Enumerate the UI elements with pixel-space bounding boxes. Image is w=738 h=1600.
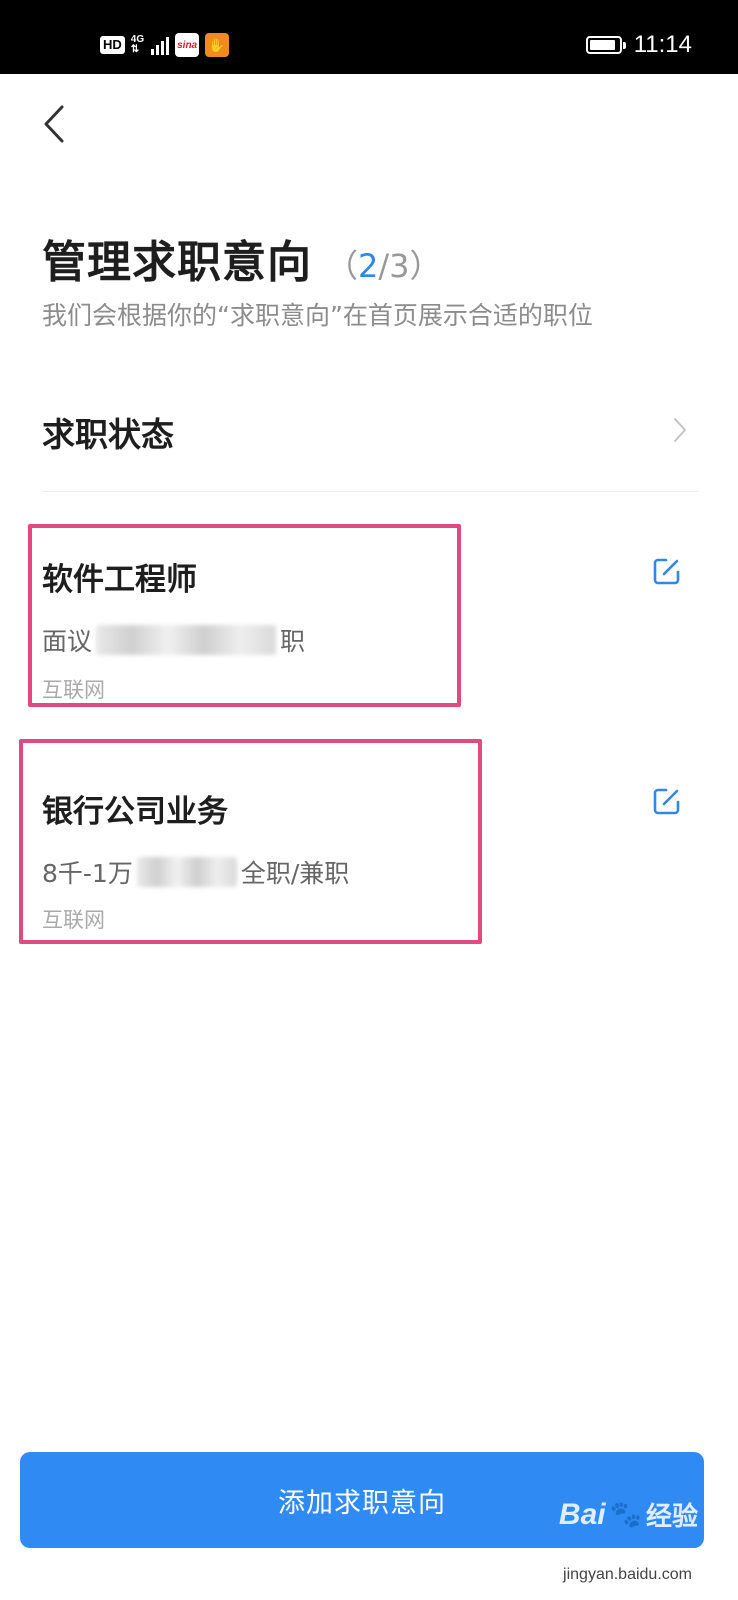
job-status-row[interactable]: 求职状态: [42, 396, 698, 492]
intent-salary: 面议: [42, 627, 93, 656]
status-right-icons: 11:14: [585, 30, 692, 60]
intent-card-software-engineer[interactable]: 软件工程师 面议 职 互联网: [42, 536, 698, 706]
hand-app-icon: ✋: [205, 33, 230, 57]
intent-meta: 8千-1万 全职/兼职: [42, 854, 349, 890]
clock: 11:14: [633, 31, 692, 58]
page-subtitle: 我们会根据你的“求职意向”在首页展示合适的职位: [42, 301, 593, 330]
status-left-icons: HD 4G ⇅ sina ✋: [100, 32, 230, 58]
edit-icon[interactable]: [652, 786, 682, 816]
count-rest: /3）: [378, 247, 442, 285]
paw-icon: 🐾: [609, 1499, 642, 1530]
battery-icon: [585, 36, 626, 54]
blurred-text: [96, 625, 277, 655]
count-open: （: [326, 247, 359, 285]
watermark-brand: Bai: [558, 1497, 606, 1531]
intent-meta-tail: 职: [280, 627, 306, 656]
status-bar: HD 4G ⇅ sina ✋ 11:14: [0, 0, 738, 74]
intent-card-bank-business[interactable]: 银行公司业务 8千-1万 全职/兼职 互联网: [42, 766, 698, 936]
intent-meta: 面议 职: [42, 622, 305, 658]
job-status-label: 求职状态: [42, 415, 174, 454]
intent-count: （2/3）: [326, 241, 442, 287]
intent-title: 软件工程师: [42, 562, 197, 598]
network-type-icon: 4G ⇅: [131, 35, 144, 55]
watermark-url: jingyan.baidu.com: [563, 1566, 692, 1583]
intent-industry: 互联网: [42, 908, 105, 932]
watermark-brand-text: 经验: [645, 1502, 698, 1532]
count-current: 2: [358, 247, 379, 285]
intent-meta-tail: 全职/兼职: [240, 859, 350, 888]
battery-level: [589, 40, 615, 50]
hd-icon: HD: [100, 36, 125, 54]
intent-industry: 互联网: [42, 678, 105, 702]
chevron-right-icon: [674, 418, 686, 442]
blurred-text: [136, 857, 237, 887]
page-title-row: 管理求职意向 （2/3）: [42, 226, 442, 290]
signal-strength-icon: [151, 35, 170, 55]
network-activity-label: ⇅: [130, 44, 140, 55]
chevron-left-icon: [44, 105, 64, 143]
baidu-watermark: Bai 🐾 经验: [559, 1496, 698, 1533]
edit-icon[interactable]: [652, 556, 682, 586]
intent-salary: 8千-1万: [42, 859, 133, 888]
page-title: 管理求职意向: [42, 237, 312, 288]
intent-title: 银行公司业务: [42, 794, 228, 830]
back-button[interactable]: [32, 100, 76, 148]
sina-app-icon: sina: [175, 33, 200, 57]
